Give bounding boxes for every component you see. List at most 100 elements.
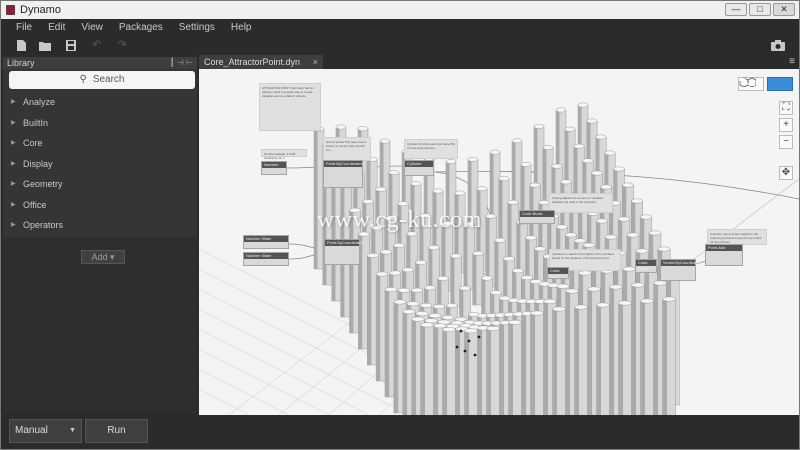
- cylinder-cap: [419, 302, 433, 308]
- cylinder-cap: [542, 145, 554, 150]
- note-grid-points[interactable]: Grid of points This step uses a series o…: [323, 137, 371, 161]
- library-category-core[interactable]: ▶ Core: [3, 133, 197, 154]
- close-button[interactable]: ✕: [773, 3, 795, 16]
- cylinder-cap: [357, 126, 369, 132]
- window-controls: — □ ✕: [725, 3, 795, 16]
- toolbar: ↶ ↷: [1, 37, 799, 55]
- pin-icon[interactable]: ┃ ⊣ ⊢: [170, 57, 193, 69]
- node-title: Point.ByCoordinates: [325, 240, 364, 246]
- cylinder-cap: [595, 218, 609, 224]
- hamburger-menu-icon[interactable]: ≡: [789, 56, 795, 67]
- zoom-in-icon[interactable]: +: [779, 118, 793, 132]
- cylinder-shade: [543, 301, 549, 415]
- node-code-block-2[interactable]: Code Block: [635, 259, 657, 273]
- redo-icon[interactable]: ↷: [116, 40, 128, 51]
- menu-file[interactable]: File: [8, 19, 40, 37]
- menu-packages[interactable]: Packages: [111, 19, 171, 37]
- cylinder-cap: [577, 102, 589, 108]
- library-header: Library ┃ ⊣ ⊢: [3, 57, 197, 69]
- node-title: Code Block: [548, 268, 568, 279]
- node-vector-by-coordinates[interactable]: Vector.ByCoordinates: [660, 259, 701, 281]
- pan-icon[interactable]: ✥: [779, 166, 793, 180]
- node-point-by-coordinates-2[interactable]: Point.ByCoordinates: [324, 239, 364, 265]
- library-category-display[interactable]: ▶ Display: [3, 154, 197, 175]
- cylinder-shade: [552, 309, 558, 415]
- chevron-right-icon: ▶: [11, 99, 16, 105]
- cylinder-cap: [464, 328, 478, 334]
- menu-view[interactable]: View: [73, 19, 111, 37]
- category-label: Geometry: [23, 179, 63, 189]
- library-category-analyze[interactable]: ▶ Analyze: [3, 92, 197, 113]
- node-cylinder[interactable]: Cylinder: [404, 160, 434, 176]
- cylinder-cap: [432, 188, 444, 194]
- node-title: Number Slider: [244, 253, 288, 259]
- note-point-add[interactable]: And then use a vector heights to the ori…: [707, 229, 767, 245]
- cylinder-shade: [618, 303, 624, 415]
- minimize-button[interactable]: —: [725, 3, 747, 16]
- cylinder-shade: [508, 322, 514, 415]
- save-icon[interactable]: [65, 40, 77, 51]
- library-title: Library: [7, 58, 35, 68]
- node-number-slider-2[interactable]: Number Slider: [243, 252, 289, 266]
- cylinder-cap: [442, 327, 456, 332]
- library-category-builtin[interactable]: ▶ BuiltIn: [3, 113, 197, 134]
- new-file-icon[interactable]: [15, 40, 27, 51]
- cylinder-cap: [552, 306, 566, 312]
- graph-icon[interactable]: [739, 77, 793, 91]
- view-toggle: [738, 77, 793, 91]
- camera-icon[interactable]: [771, 40, 785, 51]
- library-search-input[interactable]: ⚲ Search: [9, 71, 195, 89]
- run-mode-value: Manual: [15, 425, 48, 436]
- cylinder-cap: [450, 253, 462, 259]
- workspace-canvas[interactable]: ATTRACTOR POINT Summary: lab An attracto…: [199, 69, 799, 415]
- close-tab-icon[interactable]: ×: [313, 55, 318, 69]
- node-code-block-3[interactable]: Code Block: [547, 267, 569, 279]
- cylinder-cap: [512, 268, 524, 274]
- cylinder-cap: [613, 166, 625, 172]
- node-point-add[interactable]: Point.Add: [705, 244, 743, 266]
- cylinder-shade: [376, 274, 381, 381]
- zoom-out-icon[interactable]: −: [779, 135, 793, 149]
- cylinder-cap: [485, 213, 497, 219]
- tab-core-attractor-point[interactable]: Core_AttractorPoint.dyn ×: [199, 55, 323, 69]
- note-cylinder[interactable]: Cylinder first this uses the Vector.By o…: [404, 139, 458, 159]
- cylinder-shade: [587, 289, 593, 415]
- run-mode-select[interactable]: Manual ▼: [9, 419, 82, 443]
- cylinder-cap: [445, 159, 457, 164]
- node-title: Point.ByCoordinates: [324, 161, 363, 167]
- undo-icon[interactable]: ↶: [91, 40, 103, 51]
- cylinder-cap: [481, 275, 493, 281]
- cylinder-cap: [533, 123, 545, 129]
- menu-edit[interactable]: Edit: [40, 19, 73, 37]
- library-category-geometry[interactable]: ▶ Geometry: [3, 174, 197, 195]
- note-code-block[interactable]: Cutting adjusts the amount of variation …: [549, 193, 613, 213]
- note-number[interactable]: Number labeled '1.5-25' displaying as 'n…: [261, 149, 307, 160]
- cylinder-cap: [402, 267, 414, 273]
- menu-help[interactable]: Help: [223, 19, 260, 37]
- node-number[interactable]: Number: [261, 161, 287, 175]
- cylinder-cap: [582, 158, 594, 164]
- cylinder-cap: [521, 275, 533, 281]
- zoom-fit-icon[interactable]: ⛶: [779, 101, 793, 115]
- cylinder-cap: [657, 246, 671, 252]
- library-category-office[interactable]: ▶ Office: [3, 195, 197, 216]
- note-attractor-point[interactable]: ATTRACTOR POINT Summary: lab An attracto…: [259, 83, 321, 131]
- node-title: Point.Add: [706, 245, 742, 251]
- library-category-operators[interactable]: ▶ Operators: [3, 215, 197, 236]
- cylinder-cap: [406, 301, 420, 307]
- maximize-button[interactable]: □: [749, 3, 771, 16]
- node-code-block-1[interactable]: Code Block: [519, 210, 555, 224]
- node-point-by-coordinates-1[interactable]: Point.ByCoordinates: [323, 160, 363, 188]
- cylinder-cap: [498, 176, 510, 181]
- cylinder-shade: [411, 319, 417, 415]
- cylinder-cap: [424, 285, 436, 291]
- menu-settings[interactable]: Settings: [171, 19, 223, 37]
- run-button[interactable]: Run: [85, 419, 148, 443]
- open-folder-icon[interactable]: [39, 40, 51, 51]
- cylinder-cap: [556, 224, 568, 230]
- cylinder-cap: [555, 107, 567, 113]
- tab-label: Core_AttractorPoint.dyn: [204, 57, 301, 67]
- add-package-button[interactable]: Add ▾: [81, 250, 125, 264]
- run-bar: Manual ▼ Run: [1, 415, 799, 449]
- node-number-slider-1[interactable]: Number Slider: [243, 235, 289, 249]
